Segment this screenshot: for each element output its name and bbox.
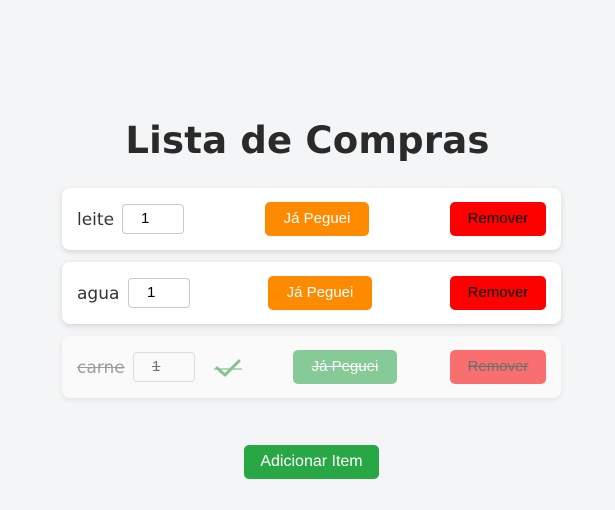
list-item: carne 1 Já Peguei Remover [62,336,561,398]
item-name: agua [77,284,120,304]
remove-button[interactable]: Remover [450,350,546,384]
quantity-input[interactable]: 1 [122,204,184,234]
remove-button[interactable]: Remover [450,276,546,310]
page-title: Lista de Compras [125,118,490,162]
add-item-button[interactable]: Adicionar Item [244,445,379,479]
list-item: leite 1 Já Peguei Remover [62,188,561,250]
quantity-input[interactable]: 1 [128,278,190,308]
remove-button[interactable]: Remover [450,202,546,236]
quantity-input[interactable]: 1 [133,352,195,382]
got-it-button[interactable]: Já Peguei [293,350,397,384]
got-it-button[interactable]: Já Peguei [268,276,372,310]
checkmark-icon [214,359,242,377]
got-it-button[interactable]: Já Peguei [265,202,369,236]
item-name: carne [77,358,125,378]
list-item: agua 1 Já Peguei Remover [62,262,561,324]
item-name: leite [77,210,115,230]
